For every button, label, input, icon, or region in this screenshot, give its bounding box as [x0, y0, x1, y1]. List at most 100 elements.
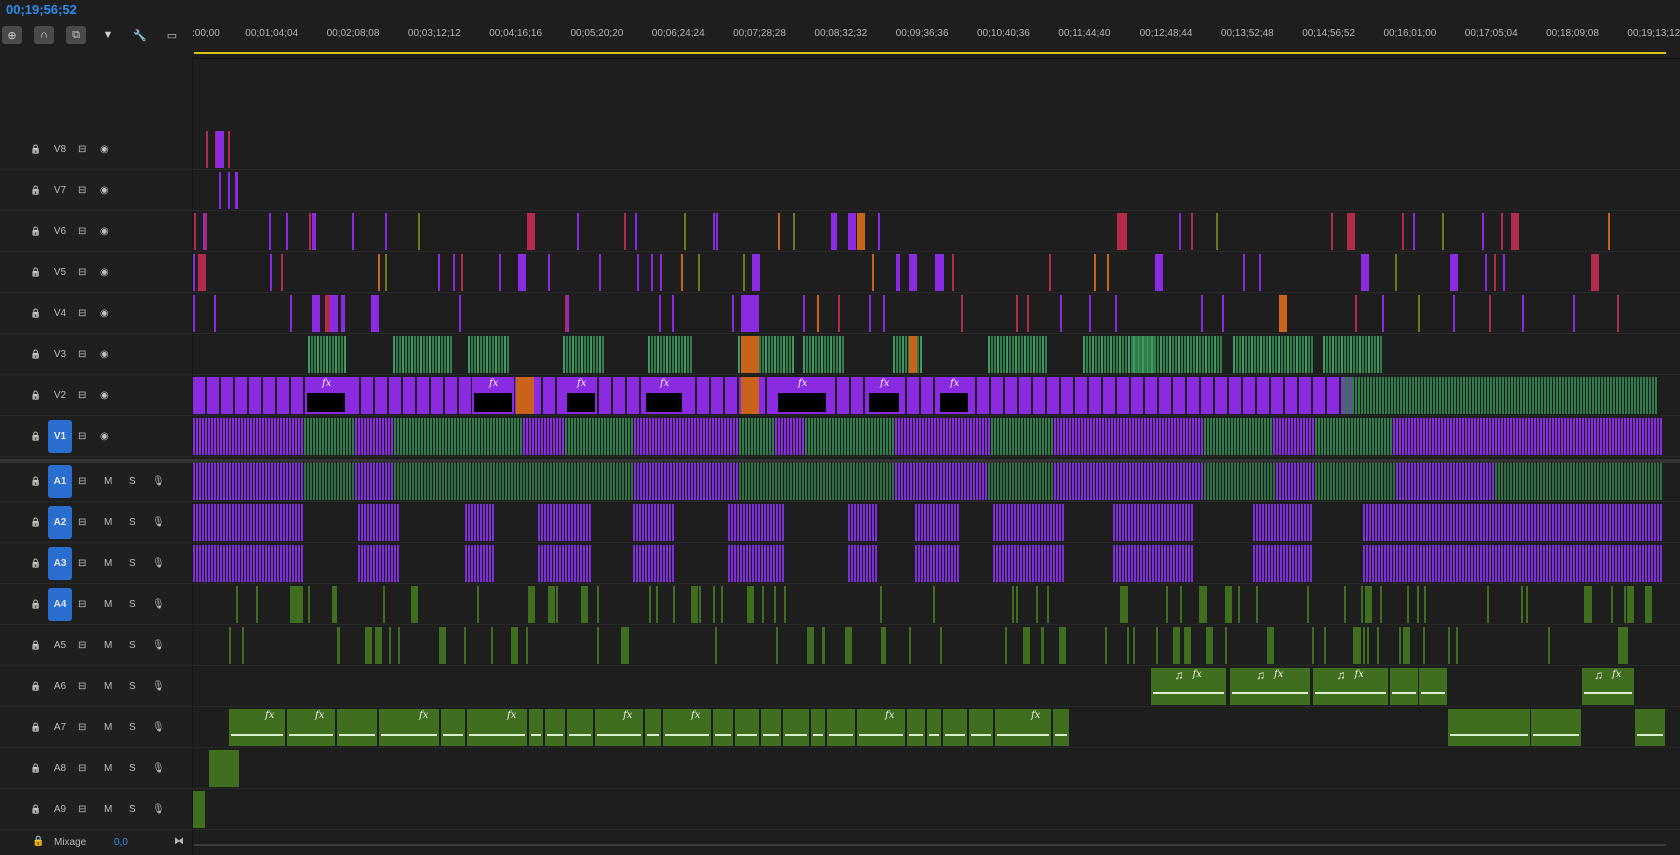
video-clip[interactable]: [1436, 377, 1438, 414]
video-clip[interactable]: [1015, 336, 1017, 373]
audio-clip[interactable]: [1582, 504, 1584, 541]
audio-clip[interactable]: [1339, 463, 1341, 500]
video-clip[interactable]: [1205, 336, 1207, 373]
video-clip[interactable]: [1299, 377, 1311, 414]
audio-clip[interactable]: [1384, 463, 1386, 500]
video-clip[interactable]: [691, 418, 693, 455]
audio-clip-music[interactable]: fx: [287, 709, 335, 746]
video-clip[interactable]: [1336, 418, 1338, 455]
audio-clip-music[interactable]: [545, 709, 565, 746]
audio-clip[interactable]: [640, 463, 642, 500]
video-clip[interactable]: [907, 377, 919, 414]
video-clip[interactable]: [973, 418, 975, 455]
video-clip[interactable]: [1290, 336, 1292, 373]
audio-clip[interactable]: [1522, 545, 1524, 582]
audio-clip[interactable]: [1378, 504, 1380, 541]
video-clip[interactable]: [1357, 418, 1359, 455]
track-target-v2[interactable]: V2: [48, 379, 72, 412]
video-clip[interactable]: [895, 254, 898, 291]
video-clip[interactable]: [568, 418, 570, 455]
video-clip[interactable]: [247, 418, 249, 455]
audio-clip[interactable]: [1237, 586, 1240, 623]
video-clip[interactable]: [502, 418, 504, 455]
track-target-a6[interactable]: A6: [48, 670, 72, 703]
video-clip[interactable]: [1193, 336, 1195, 373]
video-clip[interactable]: [1391, 377, 1393, 414]
audio-clip[interactable]: [1063, 463, 1065, 500]
audio-clip[interactable]: [259, 545, 261, 582]
audio-clip[interactable]: [1483, 463, 1485, 500]
video-clip[interactable]: [1519, 418, 1521, 455]
mute-button[interactable]: M: [104, 637, 112, 653]
audio-clip[interactable]: [1573, 545, 1575, 582]
video-clip[interactable]: [1086, 336, 1088, 373]
audio-clip[interactable]: [706, 463, 708, 500]
video-clip[interactable]: [856, 213, 865, 250]
audio-clip[interactable]: [1444, 504, 1446, 541]
video-clip[interactable]: [1558, 418, 1560, 455]
video-clip[interactable]: [830, 336, 832, 373]
audio-clip[interactable]: [1423, 463, 1425, 500]
audio-clip[interactable]: [1189, 463, 1191, 500]
audio-clip[interactable]: [489, 504, 491, 541]
audio-clip[interactable]: [1038, 545, 1040, 582]
audio-clip[interactable]: [1144, 463, 1146, 500]
video-clip[interactable]: [384, 213, 387, 250]
eye-icon[interactable]: ◉: [100, 264, 109, 280]
audio-clip[interactable]: [871, 463, 873, 500]
audio-clip[interactable]: [1504, 504, 1506, 541]
audio-clip[interactable]: [1516, 504, 1518, 541]
mix-lock-icon[interactable]: 🔒: [32, 836, 44, 847]
video-clip[interactable]: [235, 418, 237, 455]
audio-clip[interactable]: [754, 463, 756, 500]
video-clip[interactable]: [1131, 377, 1143, 414]
video-clip[interactable]: [672, 336, 674, 373]
video-clip[interactable]: [684, 213, 687, 250]
video-clip[interactable]: [1352, 377, 1354, 414]
audio-clip[interactable]: [541, 463, 543, 500]
video-clip[interactable]: [1622, 377, 1624, 414]
audio-clip[interactable]: [1116, 545, 1118, 582]
audio-clip[interactable]: [1225, 463, 1227, 500]
audio-clip[interactable]: [586, 545, 588, 582]
audio-clip[interactable]: [1474, 463, 1476, 500]
video-clip[interactable]: [943, 418, 945, 455]
audio-clip[interactable]: [1014, 545, 1016, 582]
video-clip[interactable]: [727, 418, 729, 455]
audio-clip[interactable]: [1468, 463, 1470, 500]
video-clip[interactable]: [1254, 336, 1256, 373]
video-clip[interactable]: [268, 213, 271, 250]
microphone-icon[interactable]: 🎙: [152, 678, 165, 694]
audio-clip[interactable]: [784, 586, 787, 623]
audio-clip[interactable]: [863, 545, 865, 582]
audio-clip[interactable]: [492, 504, 494, 541]
lock-icon[interactable]: 🔒: [30, 801, 41, 817]
video-clip[interactable]: [1117, 377, 1129, 414]
video-clip[interactable]: [1549, 418, 1551, 455]
audio-clip[interactable]: [721, 463, 723, 500]
video-clip[interactable]: [1299, 336, 1301, 373]
audio-clip[interactable]: [1035, 545, 1037, 582]
video-clip[interactable]: [340, 418, 342, 455]
audio-clip[interactable]: [580, 545, 582, 582]
audio-clip[interactable]: [208, 463, 210, 500]
video-clip[interactable]: [199, 418, 201, 455]
audio-clip[interactable]: [820, 463, 822, 500]
audio-clip[interactable]: [1354, 463, 1356, 500]
audio-clip[interactable]: [480, 504, 482, 541]
video-clip[interactable]: [501, 336, 503, 373]
audio-clip[interactable]: [866, 504, 868, 541]
audio-clip[interactable]: [1495, 504, 1497, 541]
audio-clip[interactable]: [835, 463, 837, 500]
video-clip[interactable]: [1502, 254, 1505, 291]
microphone-icon[interactable]: 🎙: [152, 637, 165, 653]
audio-clip[interactable]: [1155, 504, 1157, 541]
audio-clip[interactable]: [913, 463, 915, 500]
audio-clip[interactable]: [1588, 504, 1590, 541]
microphone-icon[interactable]: 🎙: [152, 473, 165, 489]
audio-clip[interactable]: [1402, 627, 1410, 664]
audio-clip-music[interactable]: ♫ fx: [1230, 668, 1310, 705]
audio-clip[interactable]: [875, 504, 877, 541]
video-clip[interactable]: [1544, 377, 1546, 414]
audio-clip[interactable]: [946, 463, 948, 500]
